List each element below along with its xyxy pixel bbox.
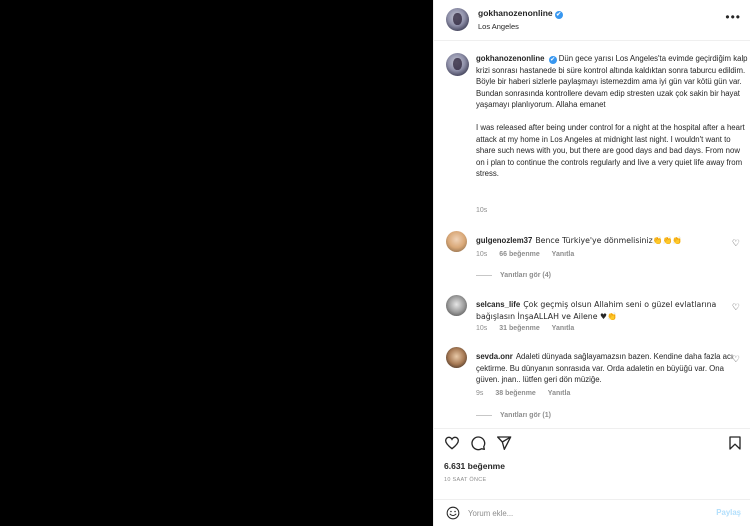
post-media[interactable] [0, 0, 433, 526]
caption-english: I was released after being under control… [476, 122, 745, 179]
comment-text: gulgenozlem37 Bence Türkiye'ye dönmelisin… [476, 235, 736, 247]
view-replies-button[interactable]: Yanıtları gör (4) [476, 272, 551, 279]
bookmark-icon[interactable] [727, 435, 743, 451]
smile-icon[interactable] [446, 506, 460, 520]
comment-username[interactable]: selcans_life [476, 300, 520, 309]
author-avatar[interactable] [446, 8, 469, 31]
comment-text: selcans_life Çok geçmiş olsun Allahim sen… [476, 299, 736, 322]
small-heart-icon[interactable]: ♡ [732, 238, 740, 249]
author-username-row: gokhanozenonline ✔ [478, 8, 563, 19]
comment-icon[interactable] [470, 435, 486, 451]
comment-time: 10s [476, 325, 488, 332]
comment-username[interactable]: gulgenozlem37 [476, 236, 532, 245]
comment-avatar[interactable] [446, 347, 467, 368]
verified-icon: ✔ [554, 11, 563, 19]
reply-button[interactable]: Yanıtla [548, 390, 571, 397]
post-actions: 6.631 beğenme 10 SAAT ÖNCE [434, 428, 750, 499]
comment-avatar[interactable] [446, 231, 467, 252]
caption-avatar[interactable] [446, 53, 469, 76]
comment-input[interactable] [468, 505, 698, 521]
comment-time: 9s [476, 390, 484, 397]
post-header: gokhanozenonline ✔ Los Angeles ••• [434, 0, 750, 41]
more-icon[interactable]: ••• [725, 11, 741, 23]
comment-likes[interactable]: 66 beğenme [499, 251, 539, 258]
caption-text: gokhanozenonline ✔ Dün gece yarısı Los A… [476, 53, 748, 180]
reply-button[interactable]: Yanıtla [552, 325, 575, 332]
comment-likes[interactable]: 31 beğenme [499, 325, 539, 332]
like-count[interactable]: 6.631 beğenme [444, 461, 505, 471]
reply-button[interactable]: Yanıtla [552, 251, 575, 258]
small-heart-icon[interactable]: ♡ [732, 354, 740, 365]
comment-meta: 10s 66 beğenme Yanıtla [476, 251, 584, 258]
comments-scroll-area[interactable]: gokhanozenonline ✔ Dün gece yarısı Los A… [434, 41, 750, 428]
comment-body: Bence Türkiye'ye dönmelisiniz👏👏👏 [535, 236, 682, 245]
heart-icon[interactable] [444, 435, 460, 451]
comment-body: Adaleti dünyada sağlayamazsın bazen. Ken… [476, 352, 734, 385]
caption-username[interactable]: gokhanozenonline [476, 54, 544, 63]
author-username[interactable]: gokhanozenonline [478, 8, 553, 18]
post-side-panel: gokhanozenonline ✔ Los Angeles ••• gokhan… [433, 0, 750, 526]
add-comment-bar: Paylaş [434, 499, 750, 526]
comment-username[interactable]: sevda.onr [476, 352, 513, 361]
comment-likes[interactable]: 38 beğenme [495, 390, 535, 397]
comment-meta: 9s 38 beğenme Yanıtla [476, 390, 580, 397]
post-comment-button[interactable]: Paylaş [716, 508, 741, 517]
comment-avatar[interactable] [446, 295, 467, 316]
comment-text: sevda.onr Adaleti dünyada sağlayamazsın b… [476, 351, 736, 386]
verified-icon: ✔ [548, 56, 557, 64]
post-time-ago: 10 SAAT ÖNCE [444, 477, 487, 483]
post-location[interactable]: Los Angeles [478, 22, 519, 31]
small-heart-icon[interactable]: ♡ [732, 302, 740, 313]
comment-time: 10s [476, 251, 488, 258]
share-icon[interactable] [496, 435, 512, 451]
comment-meta: 10s 31 beğenme Yanıtla [476, 325, 584, 332]
view-replies-button[interactable]: Yanıtları gör (1) [476, 412, 551, 419]
caption-time: 10s [476, 207, 488, 214]
